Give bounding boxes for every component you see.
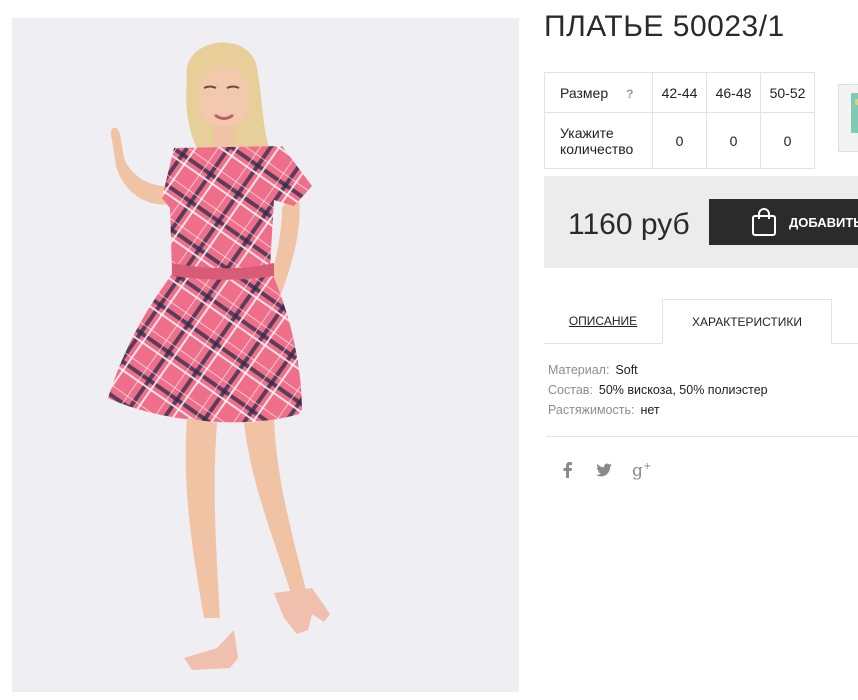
google-plus-icon[interactable]: g + — [632, 460, 654, 485]
size-header: 42-44 — [652, 72, 707, 113]
social-share: g + — [560, 460, 654, 485]
product-title: ПЛАТЬЕ 50023/1 — [544, 10, 785, 43]
characteristic-row: Состав: 50% вискоза, 50% полиэстер — [548, 380, 768, 400]
characteristic-value: Soft — [615, 363, 638, 377]
size-help-icon[interactable]: ? — [626, 87, 633, 101]
characteristic-key: Состав: — [548, 383, 593, 397]
size-table: Размер? 42-44 46-48 50-52 Укажите количе… — [544, 72, 815, 169]
characteristic-key: Материал: — [548, 363, 610, 377]
twitter-icon[interactable] — [594, 461, 614, 484]
characteristic-value: нет — [640, 403, 660, 417]
characteristic-row: Растяжимость: нет — [548, 400, 768, 420]
size-label-cell: Размер? — [544, 72, 653, 113]
svg-text:+: + — [643, 461, 651, 472]
characteristic-row: Материал: Soft — [548, 360, 768, 380]
quantity-input[interactable]: 0 — [652, 112, 707, 169]
product-price: 1160 руб — [568, 208, 690, 241]
quantity-input[interactable]: 0 — [760, 112, 815, 169]
add-to-cart-button[interactable]: ДОБАВИТЬ — [709, 199, 858, 245]
product-thumbnail[interactable] — [838, 84, 858, 152]
section-divider — [546, 436, 858, 437]
price-bar: 1160 руб ДОБАВИТЬ — [544, 176, 858, 268]
product-tabs: ОПИСАНИЕ ХАРАКТЕРИСТИКИ — [544, 299, 858, 344]
characteristic-value: 50% вискоза, 50% полиэстер — [598, 383, 768, 397]
quantity-input[interactable]: 0 — [706, 112, 761, 169]
tab-description[interactable]: ОПИСАНИЕ — [544, 299, 662, 343]
svg-text:g: g — [632, 461, 643, 480]
tab-characteristics[interactable]: ХАРАКТЕРИСТИКИ — [662, 299, 832, 344]
size-header: 46-48 — [706, 72, 761, 113]
product-photo[interactable] — [12, 18, 519, 692]
characteristic-key: Растяжимость: — [548, 403, 635, 417]
facebook-icon[interactable] — [560, 461, 576, 484]
size-label: Размер — [560, 84, 609, 101]
characteristics-list: Материал: Soft Состав: 50% вискоза, 50% по… — [548, 360, 768, 420]
shopping-bag-icon — [751, 207, 777, 237]
quantity-label: Укажите количество — [544, 112, 653, 169]
size-header: 50-52 — [760, 72, 815, 113]
add-to-cart-label: ДОБАВИТЬ — [789, 214, 858, 230]
